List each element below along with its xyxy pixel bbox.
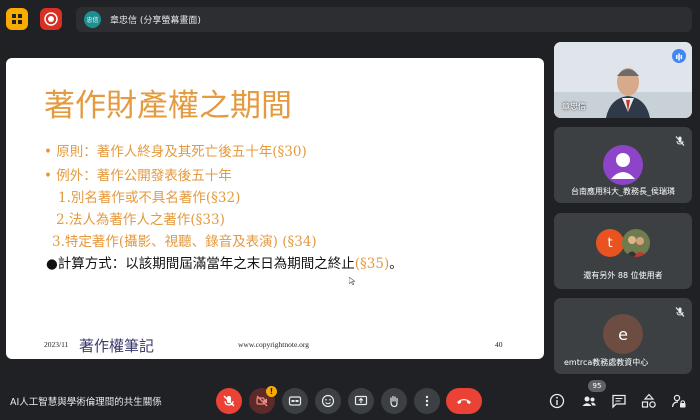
others-avatar-initial: t: [596, 229, 624, 257]
mic-off-icon: [675, 136, 685, 146]
participant-name: emtrca教務處教資中心: [564, 358, 649, 367]
more-options-button[interactable]: [414, 388, 440, 414]
activities-button[interactable]: [6, 8, 28, 30]
slide-page-number: 40: [495, 340, 503, 349]
leave-call-button[interactable]: [446, 388, 482, 414]
slide-line-2: • 例外：著作公開發表後五十年: [44, 168, 232, 184]
present-icon: [354, 395, 368, 406]
participant-avatar: [603, 145, 643, 185]
record-icon: [44, 12, 58, 26]
others-count-label: 還有另外 88 位使用者: [583, 271, 663, 280]
people-button[interactable]: [580, 392, 598, 410]
mic-off-icon: [675, 307, 685, 317]
slide-footer-date: 2023/11: [44, 340, 69, 349]
slide-line-5: 3.特定著作(攝影、視聽、錄音及表演) (§34): [52, 234, 317, 250]
host-controls-button[interactable]: [670, 392, 688, 410]
mic-off-icon: [223, 395, 235, 407]
people-photo-icon: [626, 236, 647, 257]
participant-count-badge: 95: [588, 380, 606, 392]
meeting-title: AI人工智慧與學術倫理間的共生關係: [10, 397, 162, 408]
mic-toggle-button[interactable]: [216, 388, 242, 414]
meeting-info-button[interactable]: [548, 392, 566, 410]
emoji-icon: [321, 394, 335, 408]
participant-name: 章忠信: [562, 102, 586, 111]
mouse-cursor-icon: [349, 277, 355, 285]
emoji-button[interactable]: [315, 388, 341, 414]
shapes-icon: [641, 393, 656, 408]
activities-panel-button[interactable]: [640, 392, 658, 410]
lock-person-icon: [671, 394, 686, 408]
shared-slide: 著作財產權之期間 • 原則：著作人終身及其死亡後五十年(§30) • 例外：著作…: [6, 58, 544, 359]
camera-off-icon: [256, 395, 268, 407]
present-screen-button[interactable]: [348, 388, 374, 414]
captions-button[interactable]: [282, 388, 308, 414]
person-icon: [611, 153, 635, 179]
participant-tile-4[interactable]: e emtrca教務處教資中心: [554, 298, 692, 374]
captions-icon: [288, 396, 302, 406]
slide-line-4: 2.法人為著作人之著作(§33): [56, 212, 225, 228]
recording-button[interactable]: [40, 8, 62, 30]
audio-bars-icon: [676, 53, 683, 61]
participant-tile-others[interactable]: t 還有另外 88 位使用者: [554, 213, 692, 289]
more-vert-icon: [425, 395, 429, 407]
raise-hand-button[interactable]: [381, 388, 407, 414]
presenter-label: 章忠信 (分享螢幕畫面): [110, 16, 201, 26]
presenter-chip[interactable]: 忠信 章忠信 (分享螢幕畫面): [76, 7, 692, 32]
participant-avatar: e: [603, 314, 643, 354]
slide-footer-url: www.copyrightnote.org: [238, 340, 310, 349]
chat-icon: [612, 394, 626, 409]
people-icon: [582, 396, 596, 406]
speaking-indicator: [672, 49, 686, 63]
info-icon: [549, 393, 565, 409]
chat-button[interactable]: [610, 392, 628, 410]
hang-up-icon: [457, 399, 471, 404]
slide-line-1: • 原則：著作人終身及其死亡後五十年(§30): [44, 144, 307, 160]
slide-footer-logo: 著作權筆記: [79, 337, 155, 355]
camera-alert-badge: !: [266, 386, 277, 397]
slide-line-3: 1.別名著作或不具名著作(§32): [58, 190, 241, 206]
others-avatar-photo: [622, 229, 650, 257]
participant-tile-presenter[interactable]: 章忠信: [554, 42, 692, 118]
slide-title: 著作財產權之期間: [44, 88, 292, 124]
slide-line-6: ●計算方式：以該期間屆滿當年之末日為期間之終止(§35)。: [46, 256, 403, 272]
presenter-avatar: 忠信: [84, 11, 101, 28]
activities-icon: [12, 14, 22, 24]
participant-name: 台南應用科大_教務長_侯瑞璘: [571, 187, 675, 196]
hand-icon: [390, 395, 398, 408]
participant-tile-2[interactable]: 台南應用科大_教務長_侯瑞璘: [554, 127, 692, 203]
